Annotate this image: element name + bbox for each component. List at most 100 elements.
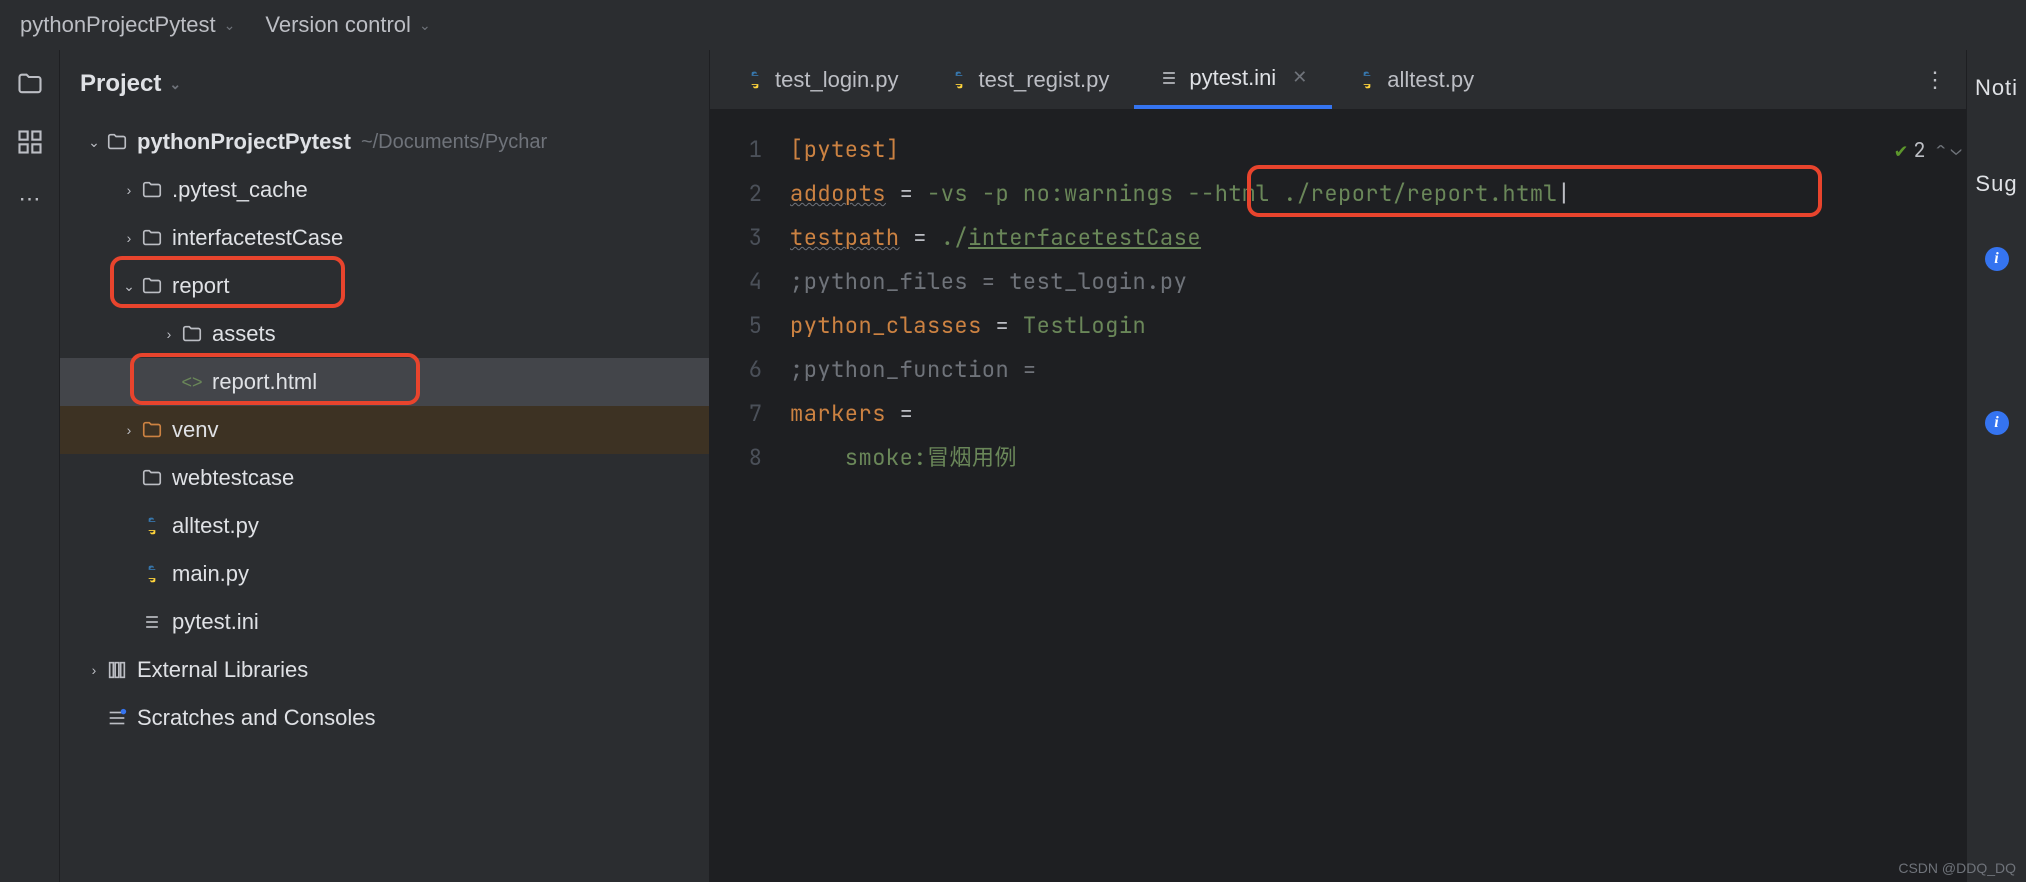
tab-pytest-ini[interactable]: pytest.ini ✕ bbox=[1134, 50, 1332, 109]
tree-node-label: .pytest_cache bbox=[172, 177, 308, 203]
code-line: smoke:冒烟用例 bbox=[790, 436, 1956, 480]
folder-icon bbox=[178, 323, 206, 345]
code-line: testpath = ./interfacetestCase bbox=[790, 216, 1956, 260]
chevron-right-icon: › bbox=[160, 326, 178, 342]
folder-icon bbox=[138, 419, 166, 441]
tree-node-label: webtestcase bbox=[172, 465, 294, 491]
notifications-label[interactable]: Noti bbox=[1975, 75, 2018, 101]
tree-node-label: Scratches and Consoles bbox=[137, 705, 375, 731]
close-icon[interactable]: ✕ bbox=[1292, 67, 1307, 88]
info-icon[interactable]: i bbox=[1985, 247, 2009, 271]
code-line: python_classes = TestLogin bbox=[790, 304, 1956, 348]
editor-tabs: test_login.py test_regist.py pytest.ini … bbox=[710, 50, 1966, 110]
vcs-menu[interactable]: Version control ⌄ bbox=[265, 12, 430, 38]
tree-node-scratches[interactable]: Scratches and Consoles bbox=[60, 694, 709, 742]
chevron-right-icon: › bbox=[120, 230, 138, 246]
line-number: 8 bbox=[710, 436, 762, 480]
tree-node-label: pythonProjectPytest bbox=[137, 129, 351, 155]
prev-problem-icon[interactable]: ⌃ bbox=[1935, 128, 1946, 172]
tab-alltest[interactable]: alltest.py bbox=[1332, 50, 1499, 109]
scratches-icon bbox=[103, 707, 131, 729]
library-icon bbox=[103, 659, 131, 681]
line-number: 2 bbox=[710, 172, 762, 216]
tree-node-label: pytest.ini bbox=[172, 609, 259, 635]
watermark: CSDN @DDQ_DQ bbox=[1898, 860, 2016, 876]
tree-node-interfacetestcase[interactable]: › interfacetestCase bbox=[60, 214, 709, 262]
highlight-report-folder bbox=[110, 256, 345, 308]
tree-node-external-libs[interactable]: › External Libraries bbox=[60, 646, 709, 694]
next-problem-icon[interactable]: ⌄ bbox=[1951, 128, 1962, 172]
python-file-icon bbox=[138, 516, 166, 536]
tab-test-regist[interactable]: test_regist.py bbox=[924, 50, 1135, 109]
folder-icon bbox=[138, 179, 166, 201]
line-number: 7 bbox=[710, 392, 762, 436]
code-editor[interactable]: 1 2 3 4 5 6 7 8 ✔ 2 ⌃ ⌄ [pytest] addo bbox=[710, 110, 1966, 882]
main-layout: ⋯ Project ⌄ ⌄ pythonProjectPytest ~/Docu… bbox=[0, 50, 2026, 882]
tab-label: pytest.ini bbox=[1189, 65, 1276, 91]
tree-node-assets[interactable]: › assets bbox=[60, 310, 709, 358]
tree-node-label: assets bbox=[212, 321, 276, 347]
tree-node-pytest-cache[interactable]: › .pytest_cache bbox=[60, 166, 709, 214]
highlight-report-html bbox=[130, 353, 420, 405]
chevron-down-icon: ⌄ bbox=[169, 76, 181, 93]
highlight-html-arg bbox=[1247, 165, 1822, 217]
info-icon[interactable]: i bbox=[1985, 411, 2009, 435]
project-title: Project bbox=[80, 70, 161, 98]
vcs-label: Version control bbox=[265, 12, 411, 38]
problem-nav: ⌃ ⌄ bbox=[1935, 128, 1962, 172]
ini-file-icon bbox=[138, 612, 166, 632]
tree-root[interactable]: ⌄ pythonProjectPytest ~/Documents/Pychar bbox=[60, 118, 709, 166]
tree-node-label: interfacetestCase bbox=[172, 225, 343, 251]
ini-file-icon bbox=[1159, 68, 1179, 88]
tree-node-main[interactable]: main.py bbox=[60, 550, 709, 598]
line-number: 1 bbox=[710, 128, 762, 172]
tab-label: alltest.py bbox=[1387, 67, 1474, 93]
code-line: markers = bbox=[790, 392, 1956, 436]
folder-icon bbox=[103, 131, 131, 153]
editor-area: test_login.py test_regist.py pytest.ini … bbox=[710, 50, 1966, 882]
line-number: 3 bbox=[710, 216, 762, 260]
chevron-right-icon: › bbox=[85, 662, 103, 678]
tree-node-label: External Libraries bbox=[137, 657, 308, 683]
python-file-icon bbox=[138, 564, 166, 584]
line-number: 4 bbox=[710, 260, 762, 304]
folder-icon[interactable] bbox=[16, 70, 44, 98]
project-tree: ⌄ pythonProjectPytest ~/Documents/Pychar… bbox=[60, 113, 709, 882]
suggestions-label[interactable]: Sug bbox=[1975, 171, 2017, 197]
code-content[interactable]: ✔ 2 ⌃ ⌄ [pytest] addopts = -vs -p no:war… bbox=[780, 110, 1966, 882]
project-tool-window: Project ⌄ ⌄ pythonProjectPytest ~/Docume… bbox=[60, 50, 710, 882]
check-icon: ✔ bbox=[1895, 128, 1908, 172]
line-number: 5 bbox=[710, 304, 762, 348]
chevron-right-icon: › bbox=[120, 182, 138, 198]
tree-path-hint: ~/Documents/Pychar bbox=[361, 131, 547, 154]
tree-node-pytest-ini[interactable]: pytest.ini bbox=[60, 598, 709, 646]
problems-count: 2 bbox=[1914, 128, 1927, 172]
tab-menu-icon[interactable]: ⋮ bbox=[1924, 67, 1946, 93]
top-bar: pythonProjectPytest ⌄ Version control ⌄ bbox=[0, 0, 2026, 50]
project-selector[interactable]: pythonProjectPytest ⌄ bbox=[20, 12, 235, 38]
folder-icon bbox=[138, 227, 166, 249]
python-file-icon bbox=[949, 70, 969, 90]
folder-icon bbox=[138, 467, 166, 489]
tree-node-label: alltest.py bbox=[172, 513, 259, 539]
python-file-icon bbox=[1357, 70, 1377, 90]
line-gutter: 1 2 3 4 5 6 7 8 bbox=[710, 110, 780, 882]
tab-label: test_regist.py bbox=[979, 67, 1110, 93]
chevron-down-icon: ⌄ bbox=[85, 134, 103, 151]
tree-node-webtestcase[interactable]: webtestcase bbox=[60, 454, 709, 502]
structure-icon[interactable] bbox=[16, 128, 44, 156]
tab-label: test_login.py bbox=[775, 67, 899, 93]
problems-badge[interactable]: ✔ 2 bbox=[1895, 128, 1926, 172]
chevron-down-icon: ⌄ bbox=[224, 17, 236, 34]
tab-test-login[interactable]: test_login.py bbox=[720, 50, 924, 109]
project-header[interactable]: Project ⌄ bbox=[60, 50, 709, 113]
code-line: ;python_files = test_login.py bbox=[790, 260, 1956, 304]
chevron-down-icon: ⌄ bbox=[419, 17, 431, 34]
tree-node-label: main.py bbox=[172, 561, 249, 587]
more-icon[interactable]: ⋯ bbox=[16, 186, 44, 214]
project-name-label: pythonProjectPytest bbox=[20, 12, 216, 38]
tree-node-alltest[interactable]: alltest.py bbox=[60, 502, 709, 550]
tree-node-label: venv bbox=[172, 417, 218, 443]
chevron-right-icon: › bbox=[120, 422, 138, 438]
tree-node-venv[interactable]: › venv bbox=[60, 406, 709, 454]
